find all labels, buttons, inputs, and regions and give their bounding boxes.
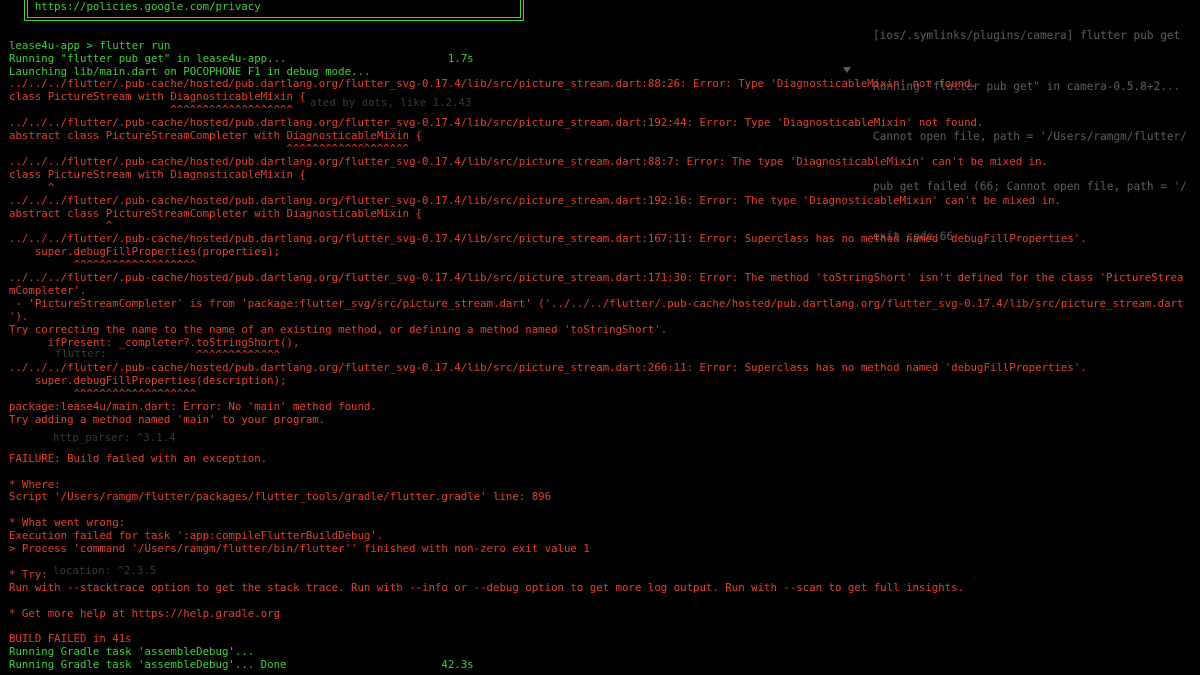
pub-get-duration: 1.7s: [447, 51, 474, 65]
gradle-task-done-message: Running Gradle task 'assembleDebug'... D…: [9, 658, 287, 672]
pub-get-status-line: Running "flutter pub get" in lease4u-app…: [9, 51, 1200, 66]
gradle-task-done-line: Running Gradle task 'assembleDebug'... D…: [9, 658, 1200, 672]
gradle-section-heading: * Try:: [9, 567, 48, 581]
privacy-url-line: https://policies.google.com/privacy: [9, 1, 1200, 14]
build-failure-heading: FAILURE: Build failed with an exception.: [9, 451, 268, 465]
gradle-help-line: * Get more help at https://help.gradle.o…: [9, 606, 1200, 621]
error-location-line: ../../../flutter/.pub-cache/hosted/pub.d…: [9, 193, 1061, 207]
error-context-continuation: ').: [9, 309, 29, 323]
pub-get-message: Running "flutter pub get" in lease4u-app…: [9, 51, 287, 65]
terminal-output[interactable]: https://policies.google.com/privacy leas…: [9, 1, 1200, 675]
error-context-line: - 'PictureStreamCompleter' is from 'pack…: [9, 296, 1184, 310]
terminal-screen: [ios/.symlinks/plugins/camera] flutter p…: [0, 0, 1200, 675]
error-caret-line: ^^^^^^^^^^^^^^^^^^^: [9, 141, 410, 155]
source-snippet-line: class PictureStream with DiagnosticableM…: [9, 167, 306, 181]
gradle-detail-line: Run with --stacktrace option to get the …: [9, 580, 965, 594]
error-location-line: ../../../flutter/.pub-cache/hosted/pub.d…: [9, 154, 1048, 168]
source-snippet-line: abstract class PictureStreamCompleter wi…: [9, 206, 423, 220]
gradle-help-link[interactable]: https://help.gradle.org: [132, 607, 280, 620]
error-hint-line: Try adding a method named 'main' to your…: [9, 413, 326, 426]
gradle-detail-line: > Process 'command '/Users/ramgm/flutter…: [9, 542, 590, 556]
privacy-policy-link[interactable]: https://policies.google.com/privacy: [35, 1, 261, 13]
error-location-continuation: mCompleter'.: [9, 283, 87, 297]
gradle-help-prefix: * Get more help at: [9, 606, 132, 620]
error-location-line: ../../../flutter/.pub-cache/hosted/pub.d…: [9, 271, 1184, 285]
error-hint-line: Try correcting the name to the name of a…: [9, 322, 668, 336]
error-caret-line: ^: [9, 180, 55, 194]
gradle-task-duration: 42.3s: [441, 658, 474, 672]
gradle-detail-line: Script '/Users/ramgm/flutter/packages/fl…: [9, 490, 552, 504]
